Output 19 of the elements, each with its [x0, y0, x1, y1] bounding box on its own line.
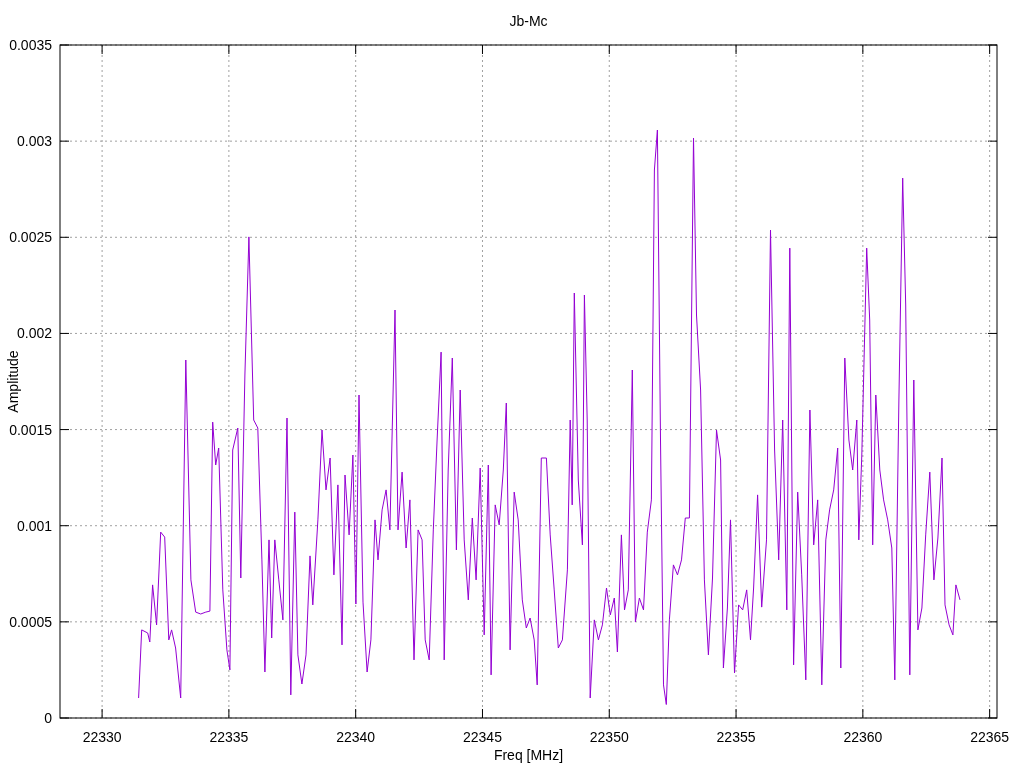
x-tick-label: 22330	[82, 729, 122, 745]
y-tick-label: 0.003	[16, 133, 52, 150]
x-tick-label: 22350	[589, 729, 629, 745]
y-tick-label: 0	[44, 710, 52, 726]
x-axis-title: Freq [MHz]	[493, 747, 564, 763]
y-tick-label: 0.0035	[9, 37, 52, 53]
x-tick-label: 22355	[716, 729, 756, 745]
x-tick-label: 22345	[463, 729, 502, 745]
chart-title: Jb-Mc	[509, 13, 548, 29]
y-tick-label: 0.0025	[9, 229, 52, 246]
x-tick-label: 22360	[843, 729, 883, 745]
x-tick-label: 22340	[336, 729, 376, 745]
y-tick-label: 0.0015	[9, 421, 52, 438]
x-tick-label: 22335	[209, 729, 249, 745]
x-tick-label: 22365	[970, 729, 1010, 745]
y-tick-label: 0.001	[16, 517, 52, 534]
y-tick-label: 0.0005	[9, 613, 52, 630]
y-tick-label: 0.002	[16, 325, 52, 342]
y-axis-title: Amplitude	[5, 350, 21, 413]
